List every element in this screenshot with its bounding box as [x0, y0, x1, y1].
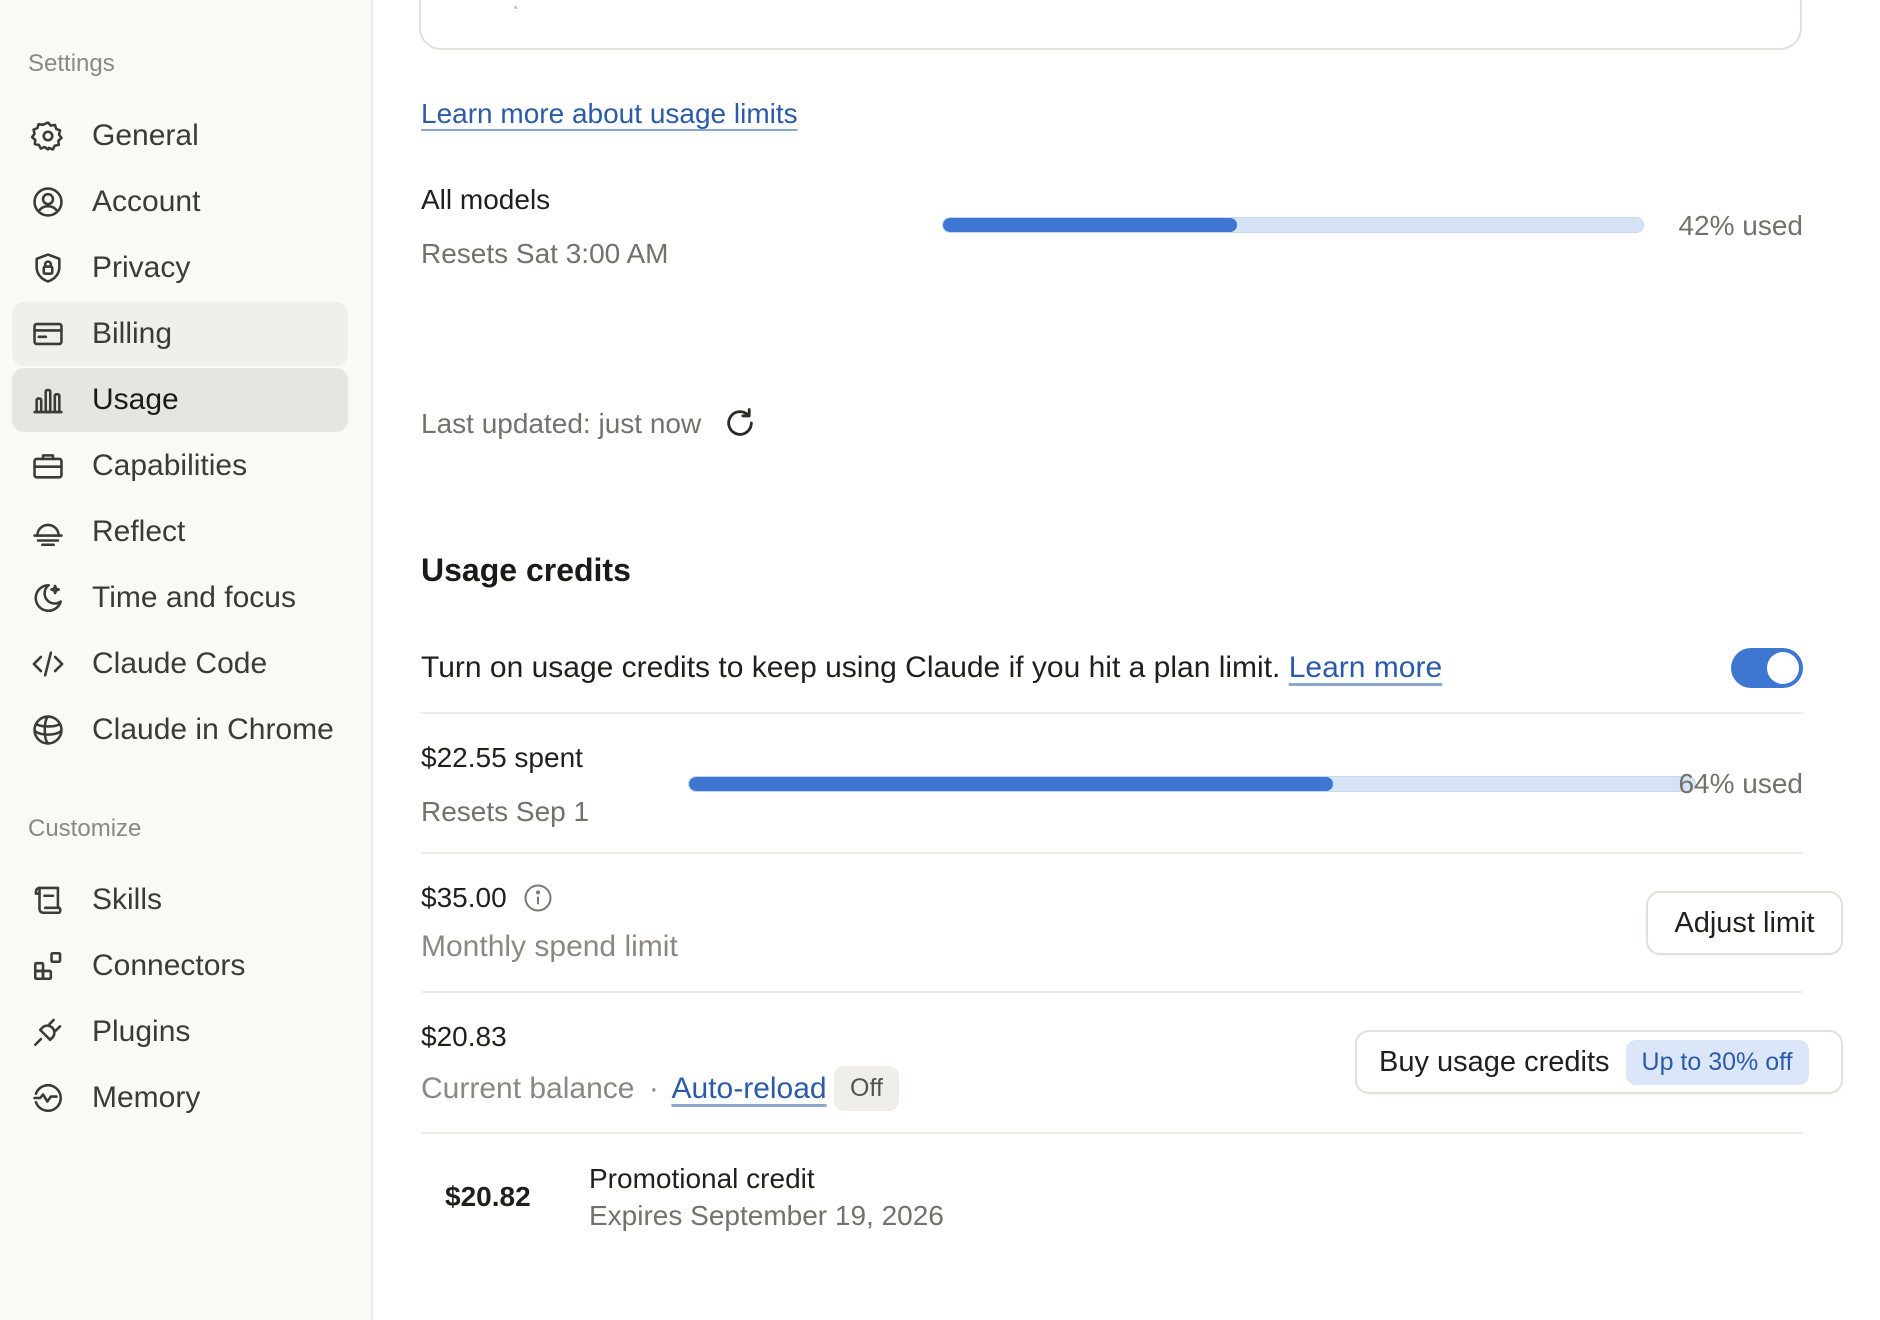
balance-meta-row: Current balance · Auto-reload — [421, 1072, 827, 1106]
all-models-title: All models — [421, 184, 551, 215]
sidebar-item-plugins[interactable]: Plugins — [12, 1000, 348, 1064]
plan-info-card: · — [419, 0, 1802, 50]
spend-limit-row: $35.00 — [421, 882, 553, 914]
settings-sidebar: Settings General Account Privacy Billing… — [0, 0, 373, 1320]
buy-usage-credits-button[interactable]: Buy usage credits Up to 30% off — [1355, 1030, 1843, 1094]
sidebar-item-billing[interactable]: Billing — [12, 302, 348, 366]
sunrise-icon — [28, 512, 68, 552]
credits-used-text: 64% used — [1678, 768, 1803, 799]
divider — [421, 712, 1803, 714]
sidebar-item-label: Reflect — [92, 515, 186, 548]
credits-progress-fill — [689, 777, 1333, 791]
globe-icon — [28, 710, 68, 750]
sidebar-item-label: Privacy — [92, 251, 191, 284]
sidebar-item-label: Plugins — [92, 1015, 191, 1048]
settings-section-label: Settings — [28, 50, 115, 77]
faded-card-text: · — [511, 0, 521, 21]
refresh-icon[interactable] — [723, 406, 757, 440]
credit-card-icon — [28, 314, 68, 354]
sidebar-item-label: Memory — [92, 1081, 201, 1114]
sidebar-item-label: Claude in Chrome — [92, 713, 334, 746]
sidebar-item-label: Time and focus — [92, 581, 296, 614]
sidebar-item-reflect[interactable]: Reflect — [12, 500, 348, 564]
sidebar-item-label: Billing — [92, 317, 173, 350]
all-models-used-text: 42% used — [1678, 210, 1803, 241]
all-models-reset: Resets Sat 3:00 AM — [421, 238, 669, 269]
buy-usage-credits-label: Buy usage credits — [1379, 1045, 1610, 1078]
usage-settings-panel: · Learn more about usage limits All mode… — [373, 0, 1880, 1320]
sidebar-item-label: Connectors — [92, 949, 246, 982]
divider — [421, 852, 1803, 854]
scroll-icon — [28, 880, 68, 920]
moon-icon — [28, 578, 68, 618]
sidebar-item-privacy[interactable]: Privacy — [12, 236, 348, 300]
promo-credit-expiry: Expires September 19, 2026 — [589, 1200, 944, 1231]
spend-limit-label: Monthly spend limit — [421, 930, 678, 963]
briefcase-icon — [28, 446, 68, 486]
sidebar-item-skills[interactable]: Skills — [12, 868, 348, 932]
sidebar-item-label: Skills — [92, 883, 163, 916]
bar-chart-icon — [28, 380, 68, 420]
sidebar-item-general[interactable]: General — [12, 104, 348, 168]
shield-lock-icon — [28, 248, 68, 288]
sidebar-item-label: Claude Code — [92, 647, 268, 680]
toggle-knob — [1767, 652, 1799, 684]
promo-credit-title: Promotional credit — [589, 1163, 815, 1194]
sidebar-item-claude-code[interactable]: Claude Code — [12, 632, 348, 696]
all-models-progress-fill — [943, 218, 1237, 232]
sidebar-item-capabilities[interactable]: Capabilities — [12, 434, 348, 498]
usage-credits-description: Turn on usage credits to keep using Clau… — [421, 651, 1281, 684]
usage-credits-description-row: Turn on usage credits to keep using Clau… — [421, 651, 1442, 685]
credits-spent-reset: Resets Sep 1 — [421, 796, 590, 827]
separator-dot: · — [648, 1072, 659, 1105]
sidebar-item-account[interactable]: Account — [12, 170, 348, 234]
current-balance-label: Current balance — [421, 1072, 635, 1105]
sidebar-item-connectors[interactable]: Connectors — [12, 934, 348, 998]
sidebar-item-memory[interactable]: Memory — [12, 1066, 348, 1130]
memory-icon — [28, 1078, 68, 1118]
code-icon — [28, 644, 68, 684]
gear-icon — [28, 116, 68, 156]
info-icon[interactable] — [523, 883, 553, 913]
adjust-limit-button[interactable]: Adjust limit — [1646, 891, 1843, 955]
sidebar-item-usage[interactable]: Usage — [12, 368, 348, 432]
auto-reload-link[interactable]: Auto-reload — [672, 1072, 827, 1105]
auto-reload-status-badge: Off — [834, 1066, 899, 1111]
sidebar-item-label: Usage — [92, 383, 179, 416]
sidebar-item-label: Account — [92, 185, 201, 218]
all-models-progress-bar — [942, 217, 1644, 233]
credits-progress-bar — [688, 776, 1696, 792]
sidebar-item-claude-in-chrome[interactable]: Claude in Chrome — [12, 698, 348, 762]
spend-limit-amount: $35.00 — [421, 882, 507, 913]
current-balance-amount: $20.83 — [421, 1021, 507, 1052]
usage-credits-heading: Usage credits — [421, 552, 631, 588]
sidebar-item-label: General — [92, 119, 199, 152]
plug-icon — [28, 1012, 68, 1052]
sidebar-item-label: Capabilities — [92, 449, 248, 482]
sidebar-item-time-and-focus[interactable]: Time and focus — [12, 566, 348, 630]
usage-credits-toggle[interactable] — [1731, 648, 1803, 688]
user-circle-icon — [28, 182, 68, 222]
learn-more-usage-limits-link[interactable]: Learn more about usage limits — [421, 98, 798, 130]
usage-credits-learn-more-link[interactable]: Learn more — [1289, 651, 1442, 684]
divider — [421, 1132, 1803, 1134]
credits-spent-amount: $22.55 spent — [421, 742, 583, 773]
last-updated-text: Last updated: just now — [421, 408, 702, 439]
discount-badge: Up to 30% off — [1625, 1039, 1809, 1085]
promo-credit-amount: $20.82 — [445, 1181, 531, 1212]
customize-section-label: Customize — [28, 815, 142, 842]
adjust-limit-label: Adjust limit — [1674, 906, 1815, 939]
blocks-icon — [28, 946, 68, 986]
divider — [421, 991, 1803, 993]
